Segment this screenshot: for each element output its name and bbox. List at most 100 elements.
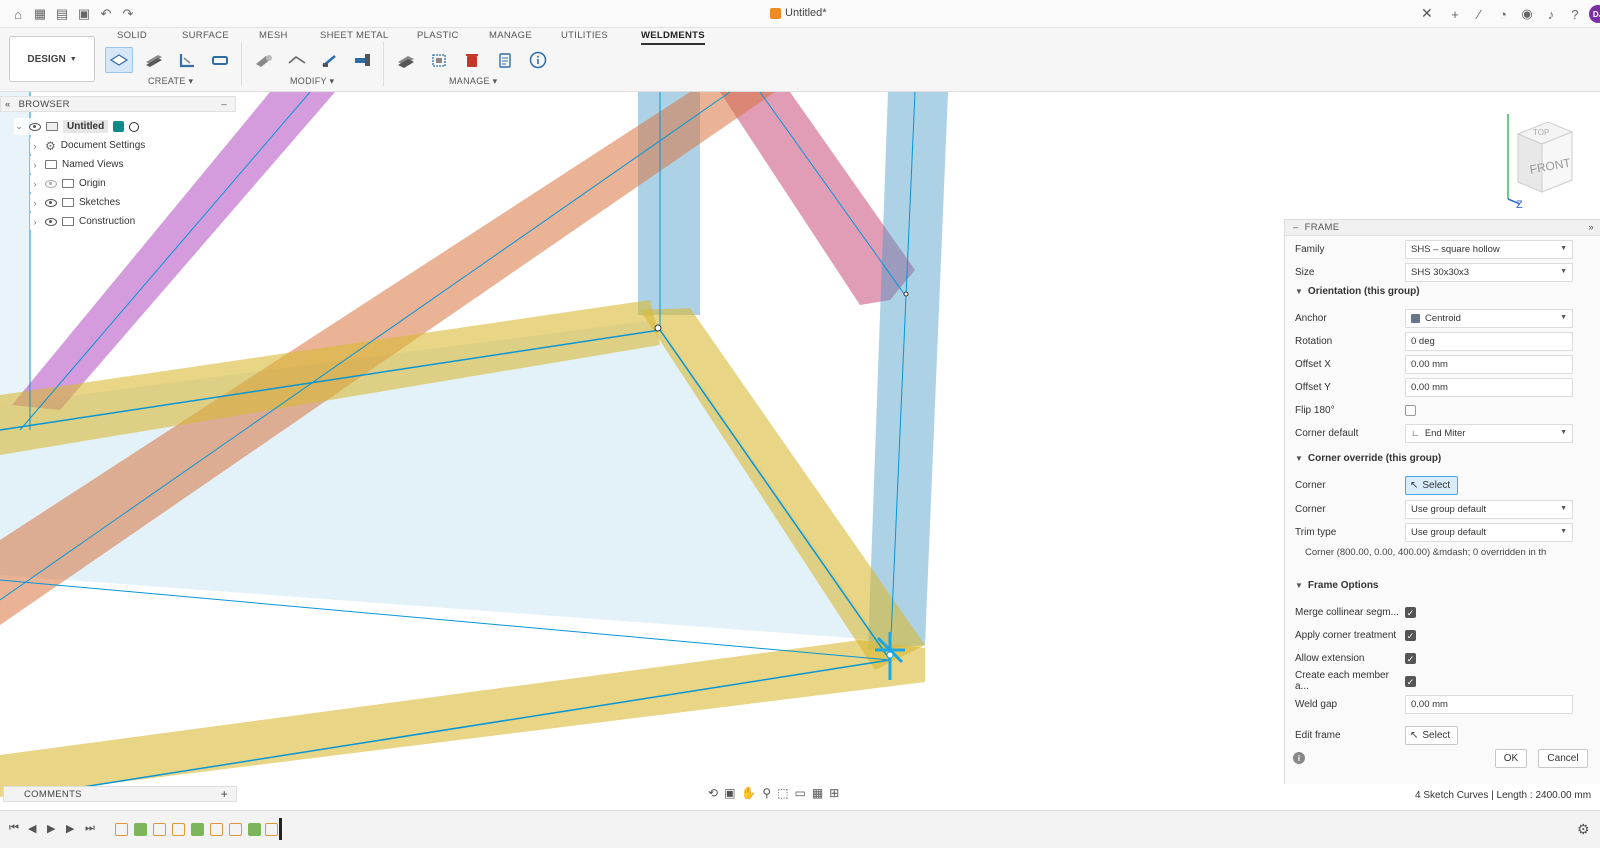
trim-dropdown[interactable]: Use group default ▼ [1405, 522, 1573, 542]
orientation-section[interactable]: ▼ Orientation (this group) [1295, 286, 1420, 297]
edit-frame-select-button[interactable]: ↖ Select [1405, 725, 1459, 745]
activate-icon[interactable] [113, 121, 125, 132]
apply-checkbox[interactable]: ✓ [1405, 629, 1416, 641]
family-dropdown[interactable]: SHS – square hollow ▼ [1405, 239, 1573, 259]
chevron-right-icon[interactable]: › [30, 198, 40, 208]
group-manage[interactable]: MANAGE ▾ [449, 76, 497, 87]
offset-y-input[interactable]: 0.00 mm [1405, 377, 1573, 397]
rotation-input[interactable]: 0 deg [1405, 331, 1573, 351]
display-settings-icon[interactable]: ▭ [795, 786, 806, 800]
step-forward-icon[interactable]: ▶ [66, 822, 74, 835]
merge-checkbox[interactable]: ✓ [1405, 606, 1416, 618]
tab-mesh[interactable]: MESH [259, 30, 288, 41]
close-icon[interactable]: ✕ [1421, 5, 1433, 22]
timeline-feature-sketch[interactable] [172, 823, 185, 836]
browser-header[interactable]: « BROWSER – [0, 96, 236, 112]
group-create[interactable]: CREATE ▾ [148, 76, 193, 87]
eye-icon[interactable] [29, 122, 41, 131]
eye-icon[interactable] [45, 198, 57, 207]
gear-icon[interactable]: ⚙ [1577, 821, 1590, 838]
delete-tool[interactable] [458, 47, 486, 73]
group-modify[interactable]: MODIFY ▾ [290, 76, 334, 87]
timeline-feature-sketch[interactable] [265, 823, 278, 836]
expand-icon[interactable]: » [1588, 222, 1594, 233]
timeline-feature-sketch[interactable] [210, 823, 223, 836]
chevron-right-icon[interactable]: › [30, 160, 40, 170]
grid-settings-icon[interactable]: ▦ [812, 786, 823, 800]
timeline-feature-sketch[interactable] [153, 823, 166, 836]
pan-icon[interactable]: ✋ [741, 786, 756, 800]
timeline-feature-sketch[interactable] [229, 823, 242, 836]
viewcube-top-label[interactable]: TOP [1533, 128, 1549, 137]
help-icon[interactable]: ? [1565, 5, 1585, 23]
eye-hidden-icon[interactable] [45, 179, 57, 188]
trim-tool[interactable] [349, 47, 377, 73]
browser-item[interactable]: › ⚙ Document Settings [30, 137, 150, 154]
timeline-feature-frame[interactable] [248, 823, 261, 836]
home-icon[interactable]: ⌂ [8, 5, 28, 23]
cutlist-tool[interactable] [392, 47, 420, 73]
chevron-down-icon[interactable]: ⌄ [14, 121, 24, 132]
flip-checkbox[interactable] [1405, 404, 1416, 416]
collapse-icon[interactable]: – [1293, 222, 1299, 233]
tab-utilities[interactable]: UTILITIES [561, 30, 608, 41]
info-tool[interactable] [524, 47, 552, 73]
document-tab[interactable]: Untitled* [770, 7, 827, 19]
corner-default-dropdown[interactable]: ∟ End Miter ▼ [1405, 423, 1573, 443]
timeline-feature-frame[interactable] [134, 823, 147, 836]
profile-tool[interactable] [173, 47, 201, 73]
radio-icon[interactable] [129, 121, 140, 132]
go-to-start-icon[interactable]: ⏮ [9, 822, 19, 835]
viewports-icon[interactable]: ⊞ [829, 786, 839, 800]
bounding-tool[interactable] [425, 47, 453, 73]
timeline-marker[interactable] [279, 818, 282, 840]
collapse-left-icon[interactable]: « [5, 99, 11, 110]
report-tool[interactable] [491, 47, 519, 73]
view-cube[interactable]: TOP FRONT Z [1490, 104, 1580, 217]
frame-tool[interactable] [140, 47, 168, 73]
sketch-plane-tool[interactable] [105, 47, 133, 73]
timeline-feature-frame[interactable] [191, 823, 204, 836]
cut-tool[interactable] [250, 47, 278, 73]
tab-weldments[interactable]: WELDMENTS [641, 30, 705, 45]
frame-header[interactable]: – FRAME » [1285, 220, 1600, 236]
chevron-right-icon[interactable]: › [30, 141, 40, 151]
chevron-right-icon[interactable]: › [30, 179, 40, 189]
cancel-button[interactable]: Cancel [1538, 749, 1588, 768]
minimize-icon[interactable]: – [221, 99, 227, 110]
tab-solid[interactable]: SOLID [117, 30, 147, 41]
chevron-right-icon[interactable]: › [30, 217, 40, 227]
browser-item[interactable]: › Construction [30, 213, 140, 230]
step-back-icon[interactable]: ◀ [28, 822, 36, 835]
extend-tool[interactable] [316, 47, 344, 73]
offset-x-input[interactable]: 0.00 mm [1405, 354, 1573, 374]
browser-item[interactable]: › Named Views [30, 156, 128, 173]
zoom-icon[interactable]: ⚲ [762, 786, 771, 800]
eye-icon[interactable] [45, 217, 57, 226]
play-icon[interactable]: ▶ [47, 822, 55, 835]
corner-point[interactable] [654, 324, 662, 332]
avatar[interactable]: DJ [1589, 5, 1600, 23]
fit-icon[interactable]: ⬚ [777, 786, 788, 800]
tab-surface[interactable]: SURFACE [182, 30, 229, 41]
extensions-icon[interactable]: ⁄ [1469, 5, 1489, 23]
sketch-curve-pink[interactable] [759, 92, 906, 296]
job-status-icon[interactable]: ◔ [1493, 5, 1513, 23]
allow-checkbox[interactable]: ✓ [1405, 652, 1416, 664]
anchor-dropdown[interactable]: Centroid ▼ [1405, 308, 1573, 328]
notifications-icon[interactable]: ♪ [1541, 5, 1561, 23]
size-dropdown[interactable]: SHS 30x30x3 ▼ [1405, 262, 1573, 282]
undo-icon[interactable]: ↶ [96, 5, 116, 23]
tab-manage[interactable]: MANAGE [489, 30, 532, 41]
corner-point[interactable] [903, 291, 909, 297]
tab-plastic[interactable]: PLASTIC [417, 30, 459, 41]
browser-item[interactable]: › Origin [30, 175, 110, 192]
corner-select-button[interactable]: ↖ Select [1405, 475, 1459, 495]
tab-sheet-metal[interactable]: SHEET METAL [320, 30, 388, 41]
comments-panel[interactable]: COMMENTS + [3, 786, 237, 802]
member-tool[interactable] [206, 47, 234, 73]
file-icon[interactable]: ▤ [52, 5, 72, 23]
options-section[interactable]: ▼ Frame Options [1295, 580, 1379, 591]
info-icon[interactable]: i [1293, 752, 1305, 764]
grid-icon[interactable]: ▦ [30, 5, 50, 23]
